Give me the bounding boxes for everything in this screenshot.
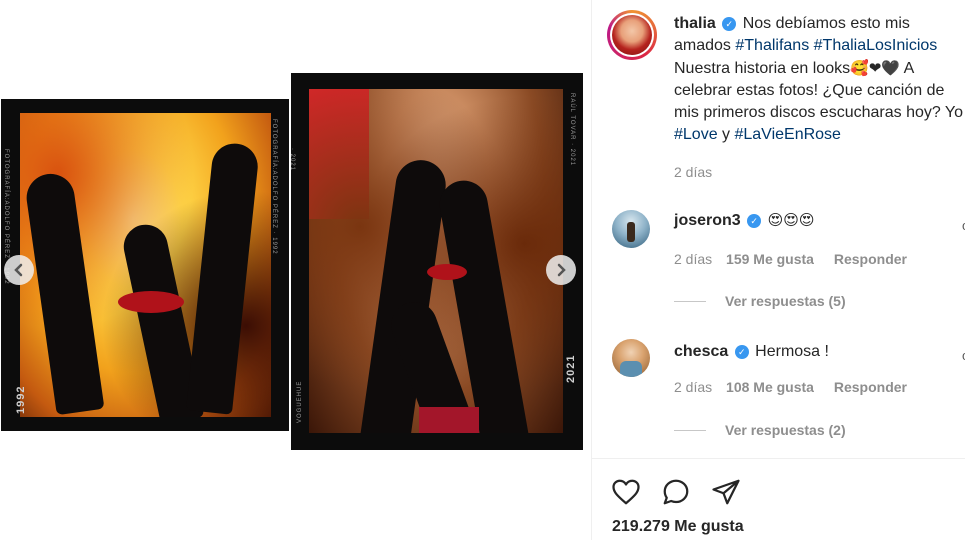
carousel-prev-button[interactable]	[4, 255, 34, 285]
share-button[interactable]	[710, 476, 742, 508]
post-media-carousel: 1992 FOTOGRAFÍA:ADOLFO PÉREZ · 1992 FOTO…	[0, 0, 591, 540]
comment-likes[interactable]: 108 Me gusta	[726, 379, 814, 395]
comment-text: Hermosa !	[755, 343, 829, 360]
photo-1992-frame: 1992 FOTOGRAFÍA:ADOLFO PÉREZ · 1992 FOTO…	[1, 99, 289, 431]
author-avatar[interactable]	[607, 10, 657, 60]
comment-likes[interactable]: 159 Me gusta	[726, 251, 814, 267]
film-top-year: · 2021	[289, 148, 295, 172]
comment-time[interactable]: 2 días	[674, 251, 712, 267]
like-button[interactable]	[610, 476, 642, 508]
commenter-avatar[interactable]	[612, 210, 650, 248]
comment-time[interactable]: 2 días	[674, 379, 712, 395]
heart-icon	[612, 479, 640, 505]
commenter-avatar[interactable]	[612, 339, 650, 377]
chevron-right-icon	[557, 263, 566, 277]
send-icon	[712, 479, 740, 505]
caption-emojis: 🥰❤🖤	[850, 59, 901, 77]
post-side-panel: thalia ✓ Nos debíamos esto mis amados #T…	[591, 0, 965, 540]
hashtag-link[interactable]: #Love	[674, 126, 718, 143]
comment-text: 😍😍😍	[767, 211, 815, 229]
comment-button[interactable]	[660, 476, 692, 508]
film-credit-label: RAÚL TOVAR · 2021	[569, 93, 575, 167]
film-year-label: 2021	[565, 354, 577, 383]
film-credit-label: FOTOGRAFÍA:ADOLFO PÉREZ · 1992	[271, 119, 277, 255]
comment-meta: 2 días 159 Me gusta Responder	[674, 251, 907, 267]
verified-badge-icon: ✓	[734, 345, 749, 359]
comment-icon	[663, 479, 689, 505]
comment-reply-button[interactable]: Responder	[834, 379, 907, 395]
commenter-username[interactable]: chesca	[674, 343, 728, 360]
likes-count[interactable]: 219.279 Me gusta	[612, 518, 744, 536]
chevron-left-icon	[14, 263, 23, 277]
author-username[interactable]: thalia	[674, 15, 716, 32]
caption-text: Nuestra historia en looks	[674, 60, 851, 77]
film-year-label: 1992	[15, 385, 27, 414]
post-caption: thalia ✓ Nos debíamos esto mis amados #T…	[674, 13, 965, 146]
commenter-username[interactable]: joseron3	[674, 212, 741, 229]
view-replies-button[interactable]: Ver respuestas (5)	[725, 293, 846, 309]
comment-body: chesca ✓ Hermosa !	[674, 343, 829, 361]
post-timestamp[interactable]: 2 días	[674, 164, 712, 180]
comment-meta: 2 días 108 Me gusta Responder	[674, 379, 907, 395]
photo-2021-frame: 2021 RAÚL TOVAR · 2021 VOGUEHUE · 2021	[289, 73, 583, 450]
hashtag-link[interactable]: #LaVieEnRose	[734, 126, 840, 143]
reply-divider	[674, 430, 706, 431]
photo-1992	[20, 113, 271, 417]
reply-divider	[674, 301, 706, 302]
view-replies-button[interactable]: Ver respuestas (2)	[725, 422, 846, 438]
film-brand-label: VOGUEHUE	[297, 380, 303, 423]
photo-2021	[309, 89, 563, 433]
carousel-next-button[interactable]	[546, 255, 576, 285]
hashtag-link[interactable]: #ThaliaLosInicios	[814, 37, 938, 54]
comment-body: joseron3 ✓ 😍😍😍	[674, 211, 815, 230]
comment-reply-button[interactable]: Responder	[834, 251, 907, 267]
post-actions-bar: 219.279 Me gusta	[592, 458, 965, 540]
caption-text: y	[717, 126, 735, 143]
hashtag-link[interactable]: #Thalifans	[735, 37, 809, 54]
verified-badge-icon: ✓	[722, 17, 737, 31]
verified-badge-icon: ✓	[747, 214, 762, 228]
